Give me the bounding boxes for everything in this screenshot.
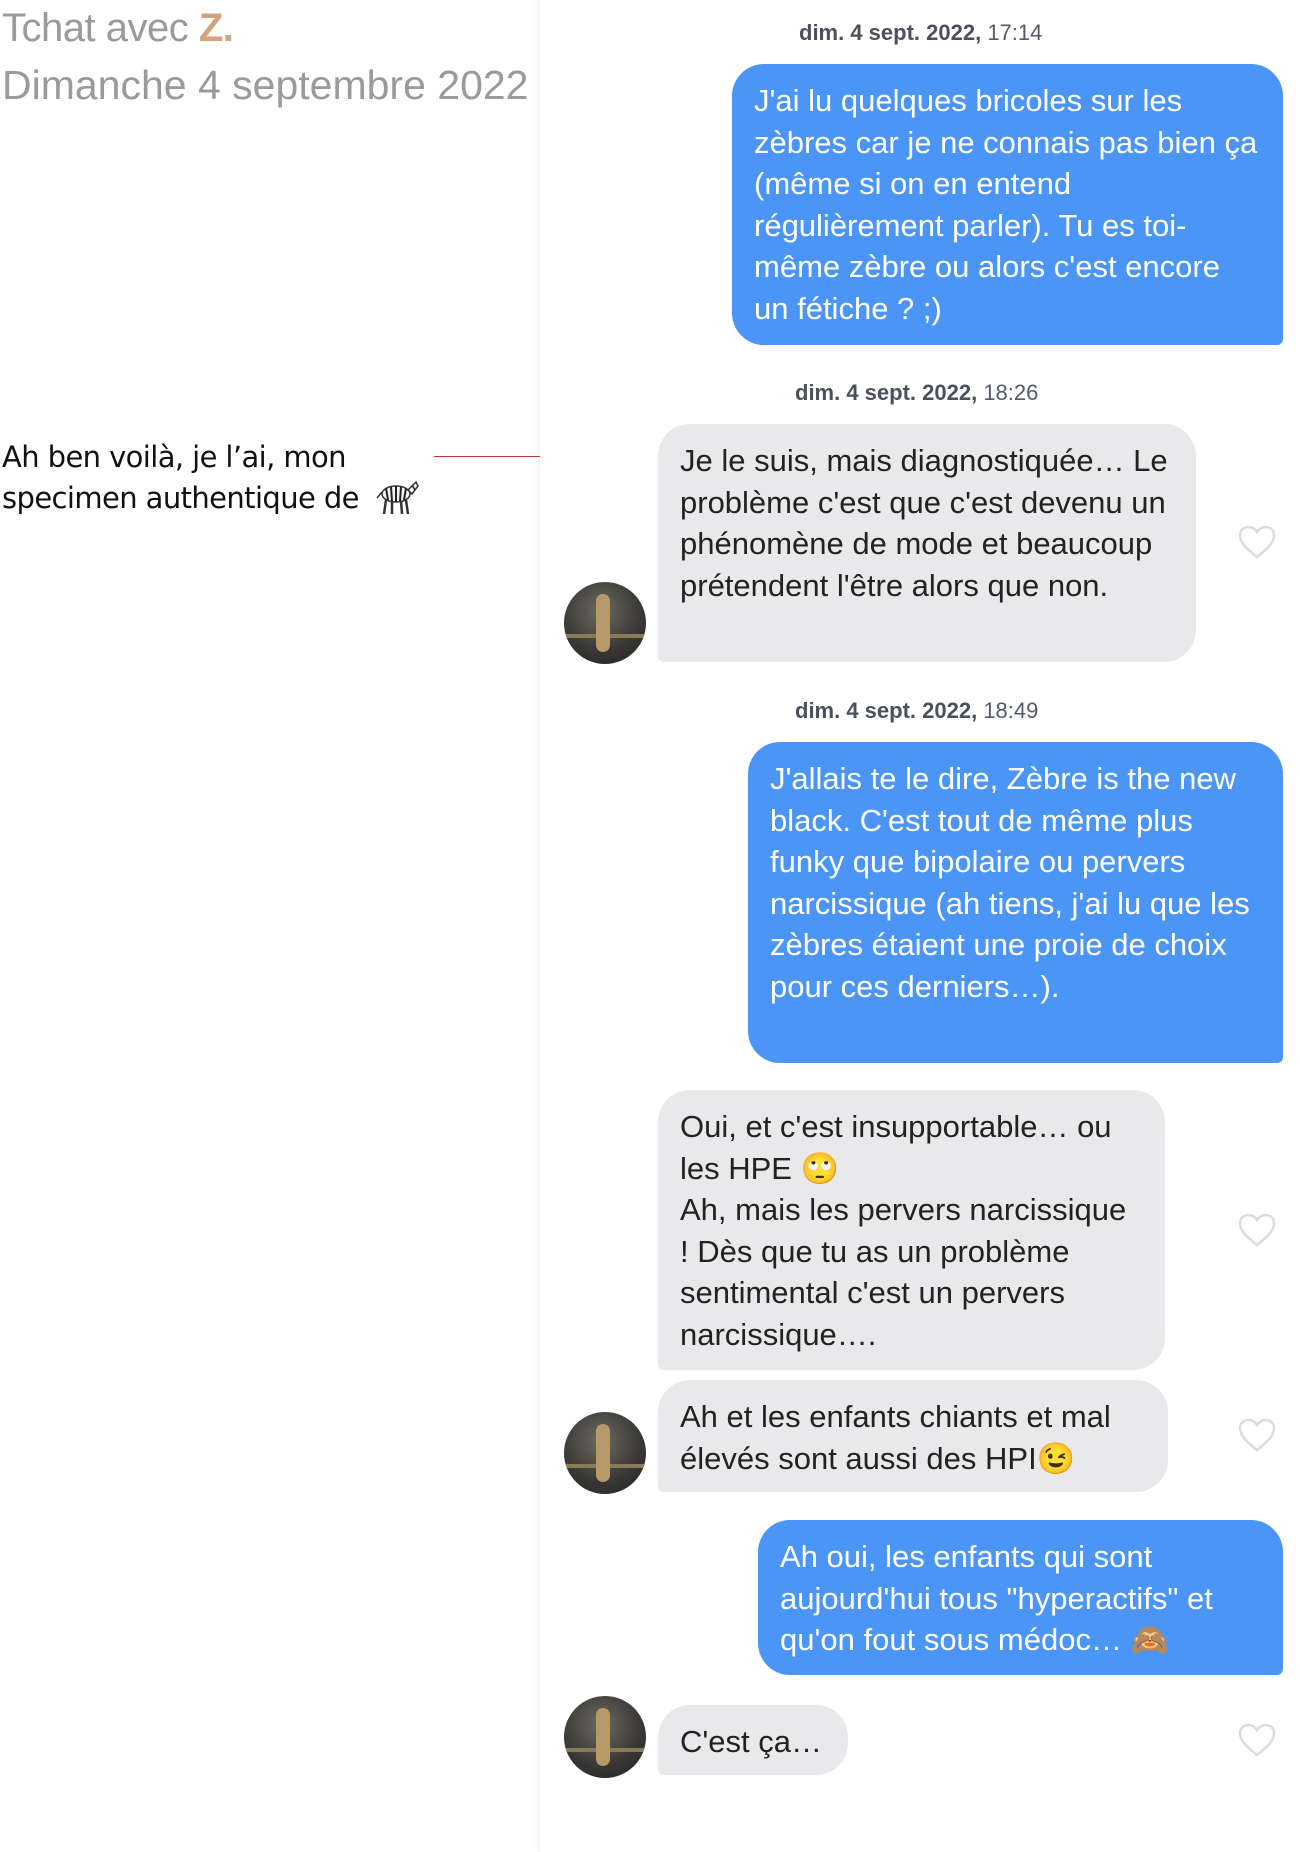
timestamp: dim. 4 sept. 2022, 18:49	[795, 698, 1039, 723]
message-text: Je le suis, mais diagnostiquée… Le probl…	[680, 443, 1168, 603]
page-subtitle: Dimanche 4 septembre 2022	[2, 62, 529, 108]
annotation-text: Ah ben voilà, je l’ai, mon specimen auth…	[2, 440, 360, 515]
avatar[interactable]	[564, 1696, 646, 1778]
message-text: Oui, et c'est insupportable… ou les HPE …	[680, 1109, 1127, 1352]
message-outgoing[interactable]: J'allais te le dire, Zèbre is the new bl…	[748, 742, 1283, 1063]
heart-icon[interactable]	[1237, 524, 1277, 560]
heart-icon[interactable]	[1237, 1722, 1277, 1758]
page-title: Tchat avec Z.	[2, 6, 234, 51]
heart-icon[interactable]	[1237, 1212, 1277, 1248]
timestamp: dim. 4 sept. 2022, 18:26	[795, 380, 1039, 405]
message-text: J'ai lu quelques bricoles sur les zèbres…	[754, 83, 1258, 326]
message-outgoing[interactable]: J'ai lu quelques bricoles sur les zèbres…	[732, 64, 1283, 345]
avatar[interactable]	[564, 582, 646, 664]
message-incoming[interactable]: Je le suis, mais diagnostiquée… Le probl…	[658, 424, 1196, 662]
zebra-icon	[374, 476, 420, 525]
timestamp: dim. 4 sept. 2022, 17:14	[799, 20, 1043, 45]
title-initial: Z.	[198, 6, 234, 50]
annotation-note: Ah ben voilà, je l’ai, mon specimen auth…	[2, 438, 442, 525]
avatar[interactable]	[564, 1412, 646, 1494]
message-incoming[interactable]: Ah et les enfants chiants et mal élevés …	[658, 1380, 1168, 1492]
message-outgoing[interactable]: Ah oui, les enfants qui sont aujourd'hui…	[758, 1520, 1283, 1675]
title-prefix: Tchat avec	[2, 6, 199, 50]
message-text: C'est ça…	[680, 1724, 823, 1759]
message-text: J'allais te le dire, Zèbre is the new bl…	[770, 761, 1250, 1004]
message-incoming[interactable]: C'est ça…	[658, 1705, 848, 1775]
chat-panel[interactable]: dim. 4 sept. 2022, 17:14 J'ai lu quelque…	[540, 0, 1300, 1852]
message-text: Ah et les enfants chiants et mal élevés …	[680, 1399, 1111, 1476]
message-text: Ah oui, les enfants qui sont aujourd'hui…	[780, 1539, 1213, 1657]
message-incoming[interactable]: Oui, et c'est insupportable… ou les HPE …	[658, 1090, 1165, 1370]
heart-icon[interactable]	[1237, 1417, 1277, 1453]
